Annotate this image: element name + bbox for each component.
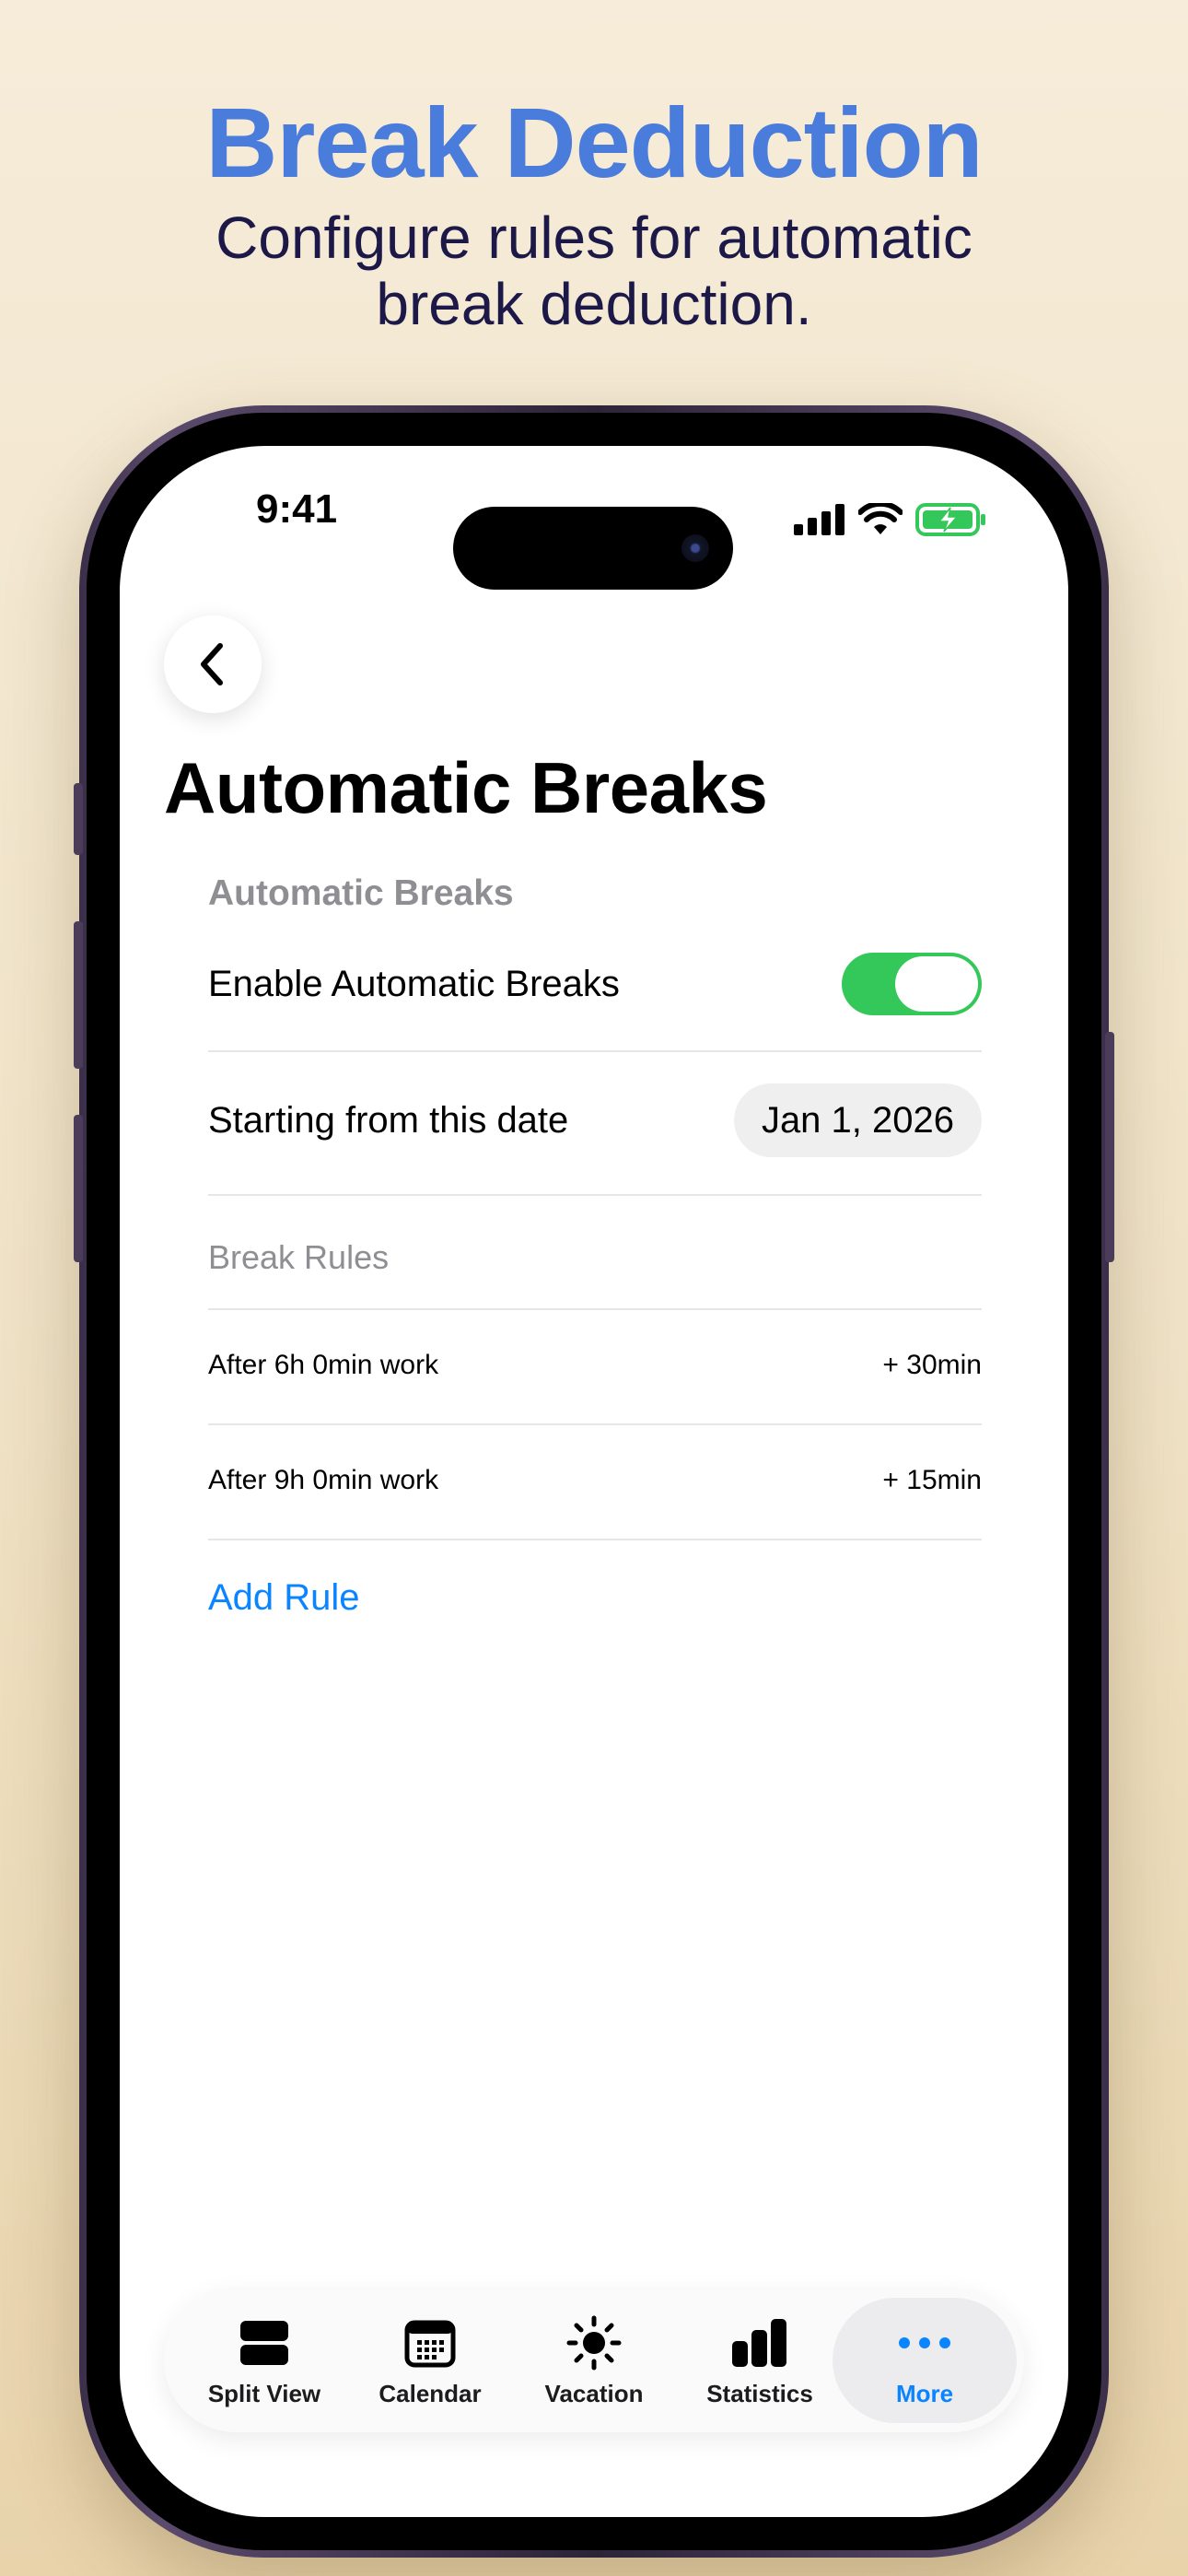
split-view-icon bbox=[235, 2313, 294, 2372]
wifi-icon bbox=[858, 503, 903, 534]
sun-icon bbox=[565, 2313, 623, 2372]
divider bbox=[208, 1050, 982, 1052]
enable-automatic-breaks-label: Enable Automatic Breaks bbox=[208, 963, 620, 1004]
start-date-label: Starting from this date bbox=[208, 1099, 569, 1141]
tab-label: Split View bbox=[207, 2379, 321, 2407]
enable-automatic-breaks-toggle[interactable] bbox=[842, 953, 982, 1015]
rule-deduction: + 30min bbox=[882, 1350, 982, 1380]
divider bbox=[208, 1539, 982, 1540]
tab-label: Statistics bbox=[706, 2379, 813, 2407]
action-button bbox=[74, 783, 83, 855]
camera-icon bbox=[681, 534, 709, 562]
rule-deduction: + 15min bbox=[882, 1465, 982, 1495]
break-rule-row[interactable]: After 6h 0min work + 30min bbox=[208, 1329, 982, 1402]
tab-split-view[interactable]: Split View bbox=[179, 2289, 350, 2432]
tab-calendar[interactable]: Calendar bbox=[344, 2289, 516, 2432]
start-date-row: Starting from this date Jan 1, 2026 bbox=[208, 1082, 982, 1159]
start-date-picker[interactable]: Jan 1, 2026 bbox=[733, 1083, 982, 1157]
bar-chart-icon bbox=[730, 2313, 789, 2372]
back-button[interactable] bbox=[164, 615, 262, 713]
phone-frame: 9:41 Automatic Breaks Automatic Breaks E… bbox=[74, 405, 1114, 2558]
volume-up-button bbox=[74, 921, 83, 1069]
rule-condition: After 9h 0min work bbox=[208, 1465, 439, 1495]
divider bbox=[208, 1194, 982, 1196]
rule-condition: After 6h 0min work bbox=[208, 1350, 439, 1380]
tab-label: More bbox=[895, 2379, 954, 2407]
page-title: Automatic Breaks bbox=[164, 747, 768, 828]
tab-label: Vacation bbox=[544, 2379, 644, 2407]
divider bbox=[208, 1423, 982, 1425]
promo-title: Break Deduction bbox=[205, 87, 983, 198]
toggle-knob bbox=[895, 956, 978, 1012]
section-header-automatic-breaks: Automatic Breaks bbox=[208, 873, 514, 913]
more-dots-icon bbox=[895, 2313, 954, 2372]
tab-more[interactable]: More bbox=[833, 2298, 1017, 2423]
enable-automatic-breaks-row: Enable Automatic Breaks bbox=[208, 938, 982, 1030]
signal-icon bbox=[794, 504, 844, 535]
dynamic-island bbox=[453, 507, 733, 590]
add-rule-button[interactable]: Add Rule bbox=[208, 1577, 360, 1619]
status-icons bbox=[794, 501, 987, 538]
chevron-left-icon bbox=[201, 643, 223, 685]
tab-label: Calendar bbox=[379, 2379, 482, 2407]
section-header-break-rules: Break Rules bbox=[208, 1238, 390, 1276]
calendar-icon bbox=[401, 2313, 460, 2372]
power-button bbox=[1105, 1032, 1114, 1262]
tab-vacation[interactable]: Vacation bbox=[508, 2289, 680, 2432]
volume-down-button bbox=[74, 1115, 83, 1262]
divider bbox=[208, 1308, 982, 1310]
app-screen: 9:41 Automatic Breaks Automatic Breaks E… bbox=[120, 446, 1068, 2517]
tab-statistics[interactable]: Statistics bbox=[674, 2289, 845, 2432]
promo-subtitle: Configure rules for automatic break dedu… bbox=[215, 205, 973, 337]
break-rule-row[interactable]: After 9h 0min work + 15min bbox=[208, 1444, 982, 1517]
tab-bar: Split View Calendar Vacation Statistics … bbox=[164, 2289, 1024, 2432]
status-time: 9:41 bbox=[256, 486, 338, 532]
battery-charging-icon bbox=[915, 503, 985, 536]
